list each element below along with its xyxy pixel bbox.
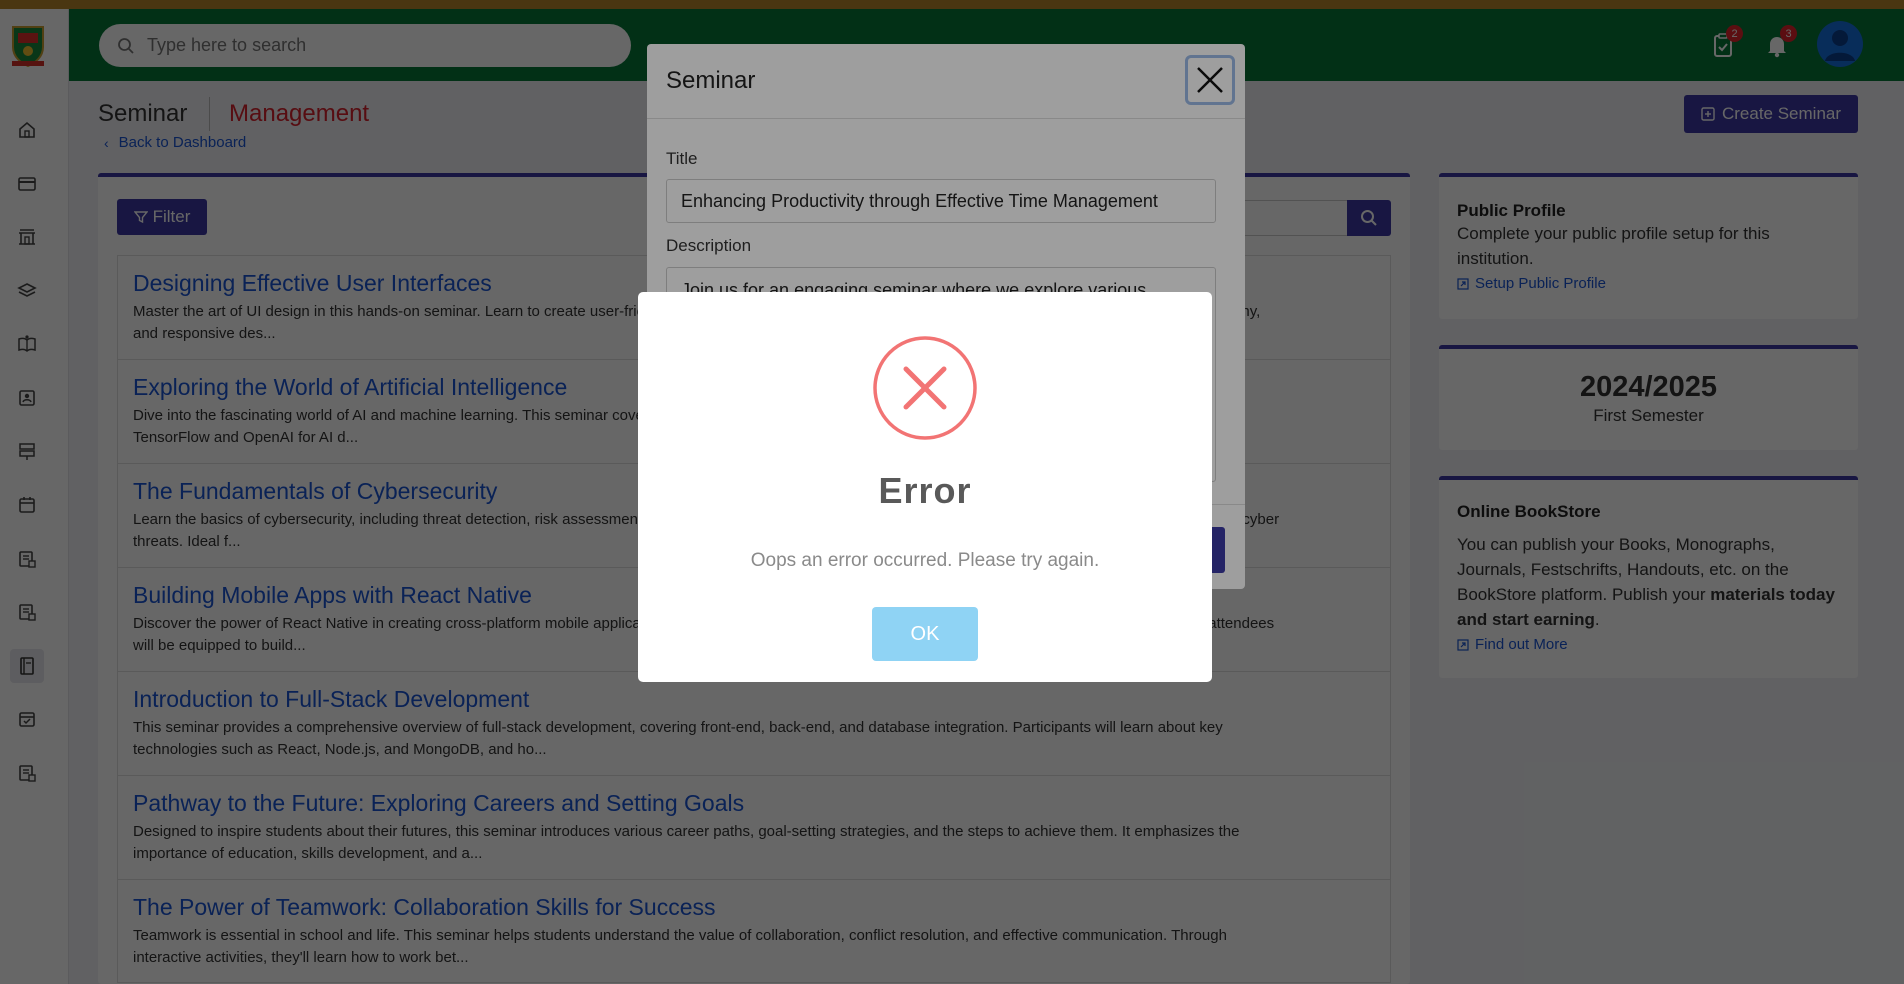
alert-message: Oops an error occurred. Please try again… [750,550,1100,571]
ok-button[interactable]: OK [872,607,978,661]
error-alert: Error Oops an error occurred. Please try… [638,292,1212,682]
error-x-icon [873,336,977,440]
alert-title: Error [878,470,972,511]
